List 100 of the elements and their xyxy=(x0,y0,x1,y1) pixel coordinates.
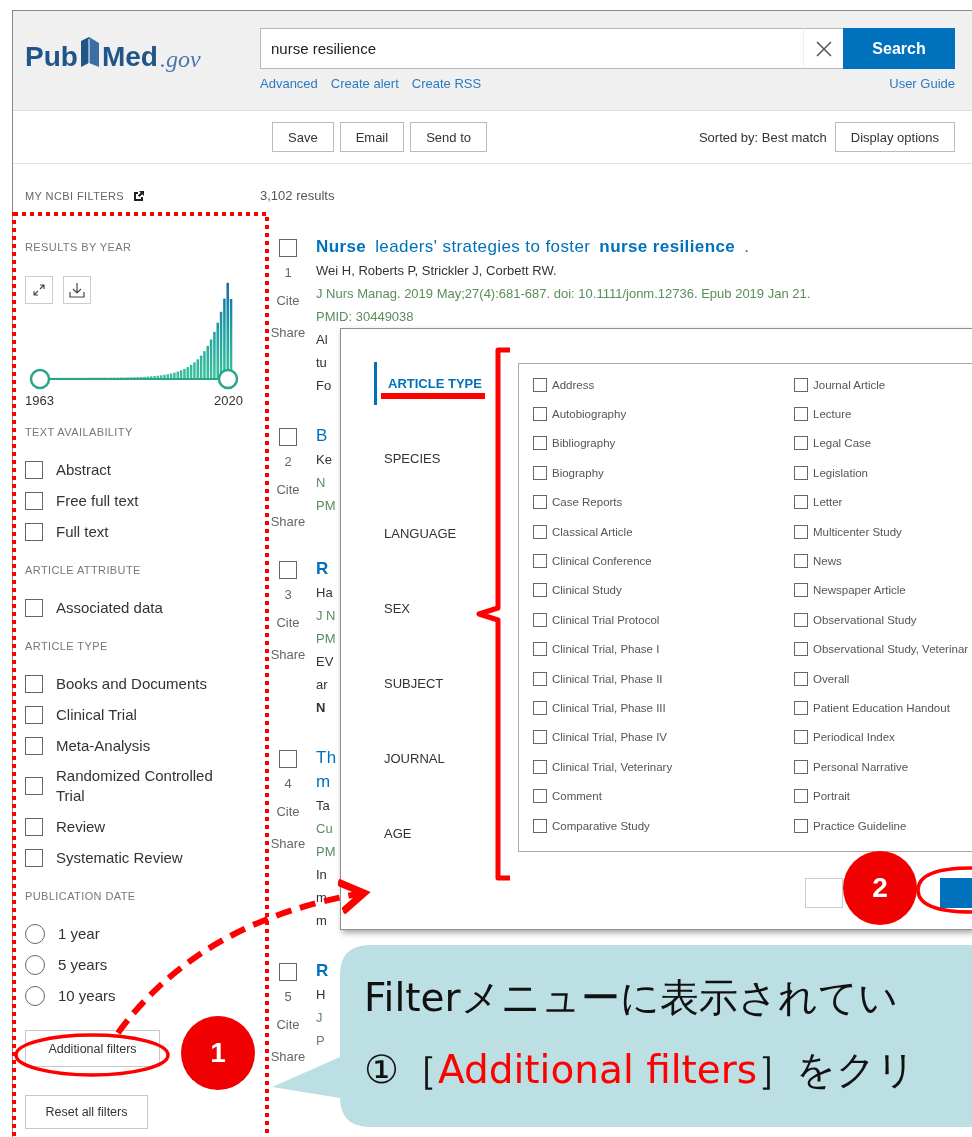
result-title[interactable]: m xyxy=(316,770,331,794)
reset-filters-button[interactable]: Reset all filters xyxy=(25,1095,148,1129)
checkbox[interactable] xyxy=(25,705,43,724)
result-source: PMID: 30449038 xyxy=(316,308,414,326)
toolbar-button[interactable]: Save xyxy=(272,122,334,152)
share-link[interactable]: Share xyxy=(270,1049,306,1065)
filter-tab[interactable]: SUBJECT xyxy=(374,662,518,705)
checkbox[interactable] xyxy=(533,495,547,510)
checkbox[interactable] xyxy=(25,817,43,836)
download-button[interactable] xyxy=(63,276,91,304)
checkbox[interactable] xyxy=(25,674,43,693)
checkbox[interactable] xyxy=(533,554,547,569)
checkbox[interactable] xyxy=(279,239,297,257)
result-source: Cu xyxy=(316,820,333,838)
result-title[interactable]: Nurse leaders' strategies to foster nurse resilience. xyxy=(316,235,750,259)
checkbox[interactable] xyxy=(794,436,808,451)
results-count: 3,102 results xyxy=(260,188,336,204)
radio-button[interactable] xyxy=(25,985,45,1006)
toolbar-button[interactable]: Email xyxy=(339,122,405,152)
checkbox[interactable] xyxy=(279,963,297,981)
checkbox[interactable] xyxy=(25,598,43,617)
link[interactable]: Advanced xyxy=(260,76,318,91)
checkbox[interactable] xyxy=(533,524,547,539)
checkbox[interactable] xyxy=(533,730,547,745)
checkbox[interactable] xyxy=(533,377,547,392)
cite-link[interactable]: Cite xyxy=(276,482,300,498)
share-link[interactable]: Share xyxy=(270,647,306,663)
option-label: Comparative Study xyxy=(552,819,650,832)
checkbox[interactable] xyxy=(794,407,808,422)
checkbox[interactable] xyxy=(794,524,808,539)
toolbar-button[interactable]: Send to xyxy=(410,122,487,152)
option-label: Patient Education Handout xyxy=(813,702,950,714)
link[interactable]: Create RSS xyxy=(411,76,482,91)
checkbox[interactable] xyxy=(794,612,808,627)
checkbox[interactable] xyxy=(794,495,808,510)
share-link[interactable]: Share xyxy=(270,325,306,341)
checkbox[interactable] xyxy=(533,407,547,422)
result-title[interactable]: R xyxy=(316,557,329,581)
share-link[interactable]: Share xyxy=(270,836,306,852)
filter-tab[interactable]: AGE xyxy=(374,812,518,855)
checkbox[interactable] xyxy=(794,818,808,833)
search-button[interactable]: Search xyxy=(843,28,955,69)
checkbox[interactable] xyxy=(794,759,808,774)
display-options-button[interactable]: Display options xyxy=(834,122,955,152)
cite-link[interactable]: Cite xyxy=(276,615,300,631)
checkbox[interactable] xyxy=(25,848,43,867)
section-heading: TEXT AVAILABILITY xyxy=(25,425,134,440)
checkbox[interactable] xyxy=(533,642,547,657)
checkbox[interactable] xyxy=(25,522,43,541)
expand-button[interactable] xyxy=(25,276,53,304)
checkbox[interactable] xyxy=(794,377,808,392)
checkbox[interactable] xyxy=(794,554,808,569)
share-link[interactable]: Share xyxy=(270,514,306,530)
external-link-icon[interactable] xyxy=(133,190,146,202)
checkbox[interactable] xyxy=(533,583,547,598)
result-title[interactable]: Th xyxy=(316,746,337,770)
checkbox[interactable] xyxy=(25,736,43,755)
checkbox[interactable] xyxy=(25,460,43,479)
option-label: Comment xyxy=(552,790,602,803)
checkbox[interactable] xyxy=(25,491,43,510)
result-title[interactable]: B xyxy=(316,424,328,448)
checkbox[interactable] xyxy=(794,730,808,745)
link[interactable]: Create alert xyxy=(330,76,399,91)
checkbox[interactable] xyxy=(25,777,43,795)
checkbox[interactable] xyxy=(794,671,808,686)
filter-tab[interactable]: SPECIES xyxy=(374,437,518,480)
checkbox[interactable] xyxy=(533,671,547,686)
checkbox[interactable] xyxy=(794,465,808,480)
checkbox[interactable] xyxy=(279,561,297,579)
checkbox[interactable] xyxy=(794,701,808,715)
result-snippet: In xyxy=(316,866,327,884)
checkbox[interactable] xyxy=(533,701,547,715)
filter-tab[interactable]: JOURNAL xyxy=(374,737,518,780)
checkbox[interactable] xyxy=(533,789,547,804)
slider-handle[interactable] xyxy=(217,368,239,390)
radio-button[interactable] xyxy=(25,923,45,944)
checkbox[interactable] xyxy=(533,818,547,833)
checkbox[interactable] xyxy=(279,750,297,768)
clear-button[interactable] xyxy=(803,28,843,69)
checkbox[interactable] xyxy=(794,583,808,598)
search-field[interactable]: nurse resilience xyxy=(260,28,803,69)
cite-link[interactable]: Cite xyxy=(276,293,300,309)
filter-tab[interactable]: LANGUAGE xyxy=(374,512,518,555)
checkbox[interactable] xyxy=(533,465,547,480)
checkbox[interactable] xyxy=(533,436,547,451)
user-guide-link[interactable]: User Guide xyxy=(889,76,955,91)
result-number: 1 xyxy=(284,265,292,281)
checkbox[interactable] xyxy=(533,612,547,627)
cite-link[interactable]: Cite xyxy=(276,804,300,820)
pubmed-logo[interactable]: Pub Med.gov xyxy=(25,33,201,73)
filter-tab[interactable]: SEX xyxy=(374,587,518,630)
result-title[interactable]: R xyxy=(316,959,329,983)
checkbox[interactable] xyxy=(794,789,808,804)
checkbox[interactable] xyxy=(279,428,297,446)
radio-button[interactable] xyxy=(25,954,45,975)
sort-label: Sorted by: Best match xyxy=(698,129,827,145)
checkbox[interactable] xyxy=(533,759,547,774)
slider-handle[interactable] xyxy=(29,368,51,390)
cite-link[interactable]: Cite xyxy=(276,1017,300,1033)
checkbox[interactable] xyxy=(794,642,808,657)
